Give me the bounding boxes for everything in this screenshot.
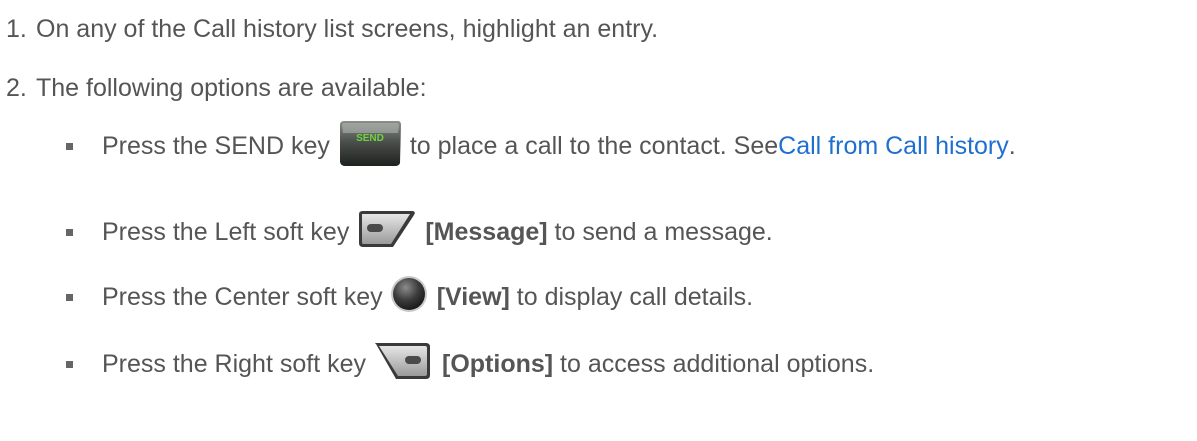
bullet-send-key: Press the SEND key SEND to place a call … <box>66 120 1016 170</box>
step-text: On any of the Call history list screens,… <box>36 15 659 43</box>
svg-text:SEND: SEND <box>356 133 384 144</box>
options-label: [Options] <box>442 349 554 378</box>
bullet-left-soft-key: Press the Left soft key [Message] to sen… <box>66 208 773 256</box>
bullet-right-soft-key: Press the Right soft key [Options] to ac… <box>66 340 874 388</box>
step-2: 2. The following options are available: <box>6 73 427 103</box>
bullet-marker <box>66 142 73 150</box>
bullet-center-soft-key: Press the Center soft key [View] to disp… <box>66 273 753 321</box>
message-label: [Message] <box>425 217 548 246</box>
bullet-text-post: to access additional options. <box>553 349 875 378</box>
send-key-icon: SEND <box>336 119 402 174</box>
bullet-marker <box>66 293 73 301</box>
bullet-text-post: to send a message. <box>547 217 773 246</box>
bullet-marker <box>66 228 73 236</box>
step-1: 1. On any of the Call history list screen… <box>6 14 658 44</box>
left-soft-key-icon <box>355 209 417 256</box>
bullet-text-tail: . <box>1008 131 1016 160</box>
bullet-text-post: to place a call to the contact. See <box>409 131 779 160</box>
bullet-text-pre: Press the Right soft key <box>102 349 367 378</box>
bullet-text-pre: Press the Left soft key <box>102 217 350 246</box>
bullet-text-pre: Press the Center soft key <box>102 282 383 311</box>
bullet-text-post: to display call details. <box>509 282 754 311</box>
step-number: 2. <box>6 74 27 102</box>
step-text: The following options are available: <box>36 74 427 102</box>
bullet-marker <box>66 360 73 368</box>
bullet-text-pre: Press the SEND key <box>102 131 330 160</box>
call-from-call-history-link[interactable]: Call from Call history <box>778 132 1009 161</box>
right-soft-key-icon <box>372 341 434 388</box>
view-label: [View] <box>436 282 510 311</box>
step-number: 1. <box>6 15 27 43</box>
center-soft-key-icon <box>389 274 429 321</box>
